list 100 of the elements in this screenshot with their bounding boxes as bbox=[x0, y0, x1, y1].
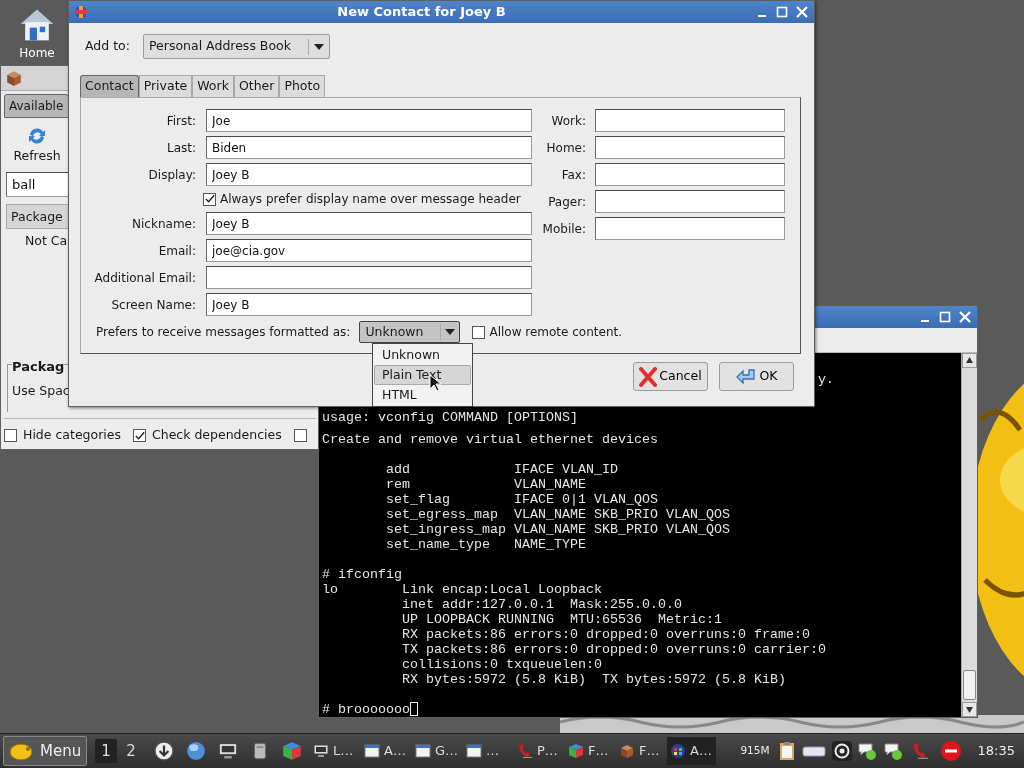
memory-usage: 915M bbox=[740, 743, 770, 759]
tab[interactable]: Photo bbox=[279, 75, 326, 97]
text-field[interactable]: Biden bbox=[206, 136, 532, 159]
enter-arrow-icon bbox=[735, 367, 758, 386]
keyboard-icon[interactable] bbox=[801, 744, 826, 758]
window-icon bbox=[364, 743, 380, 759]
terminal-line: Create and remove virtual ethernet devices bbox=[322, 432, 658, 447]
text-field[interactable] bbox=[595, 163, 785, 186]
checkbox[interactable] bbox=[472, 325, 486, 339]
scroll-down-button[interactable] bbox=[962, 702, 977, 717]
checkbox[interactable] bbox=[4, 429, 17, 443]
text-field[interactable] bbox=[206, 266, 532, 289]
checkbox[interactable] bbox=[293, 429, 307, 443]
menu-button[interactable]: Menu bbox=[3, 736, 87, 766]
text-field[interactable] bbox=[595, 109, 785, 132]
checkbox[interactable] bbox=[133, 429, 146, 443]
field-label: Home: bbox=[545, 139, 586, 157]
terminal-line: RX bytes:5972 (5.8 KiB) TX bytes:5972 (5.8 KiB) bbox=[400, 672, 786, 687]
text-field[interactable]: Joe bbox=[206, 109, 532, 132]
terminal-line: add IFACE VLAN_ID bbox=[385, 462, 618, 477]
field-label: Work: bbox=[550, 112, 586, 130]
terminal-line: set_flag IFACE 0|1 VLAN_QOS bbox=[385, 492, 658, 507]
monitor-icon[interactable] bbox=[218, 741, 238, 761]
field-label: Pager: bbox=[547, 193, 586, 211]
field-label: Display: bbox=[147, 166, 196, 184]
checkbox-label: Hide categories bbox=[23, 426, 121, 445]
ok-button[interactable]: OK bbox=[719, 362, 794, 391]
chat-icon[interactable] bbox=[857, 741, 878, 761]
workspace-button[interactable]: 2 bbox=[120, 739, 142, 763]
format-dropdown[interactable]: Unknown bbox=[359, 321, 461, 343]
monitor-icon bbox=[313, 743, 329, 759]
taskbar-button[interactable]: F… bbox=[565, 737, 614, 765]
taskbar-button[interactable]: G… bbox=[412, 737, 461, 765]
tab[interactable]: Contact bbox=[80, 75, 139, 97]
close-button[interactable] bbox=[794, 5, 810, 19]
terminal-line: # brooooooo bbox=[322, 702, 410, 717]
taskbar-button[interactable]: F… bbox=[616, 737, 665, 765]
field-label: Last: bbox=[165, 139, 196, 157]
dropdown-option[interactable]: Unknown bbox=[374, 345, 471, 365]
tab[interactable]: Other bbox=[233, 75, 280, 97]
box-icon bbox=[5, 69, 23, 87]
chat-icon[interactable] bbox=[883, 741, 904, 761]
text-field[interactable]: Joey B bbox=[206, 293, 532, 316]
terminal-line: UP LOOPBACK RUNNING MTU:65536 Metric:1 bbox=[400, 612, 722, 627]
taskbar-button[interactable]: A… bbox=[667, 737, 716, 765]
clipboard-icon[interactable] bbox=[777, 741, 796, 761]
taskbar-button[interactable]: L… bbox=[310, 737, 359, 765]
text-field[interactable]: Joey B bbox=[206, 212, 532, 235]
table-cell-text: Not Ca bbox=[25, 231, 68, 250]
app-icon bbox=[73, 4, 89, 20]
field-label: Additional Email: bbox=[93, 269, 196, 287]
dropdown-option[interactable]: Plain Text bbox=[374, 365, 471, 385]
text-field[interactable]: joe@cia.gov bbox=[206, 239, 532, 262]
close-button[interactable] bbox=[957, 310, 973, 324]
field-label: First: bbox=[165, 112, 196, 130]
cancel-icon bbox=[639, 366, 658, 387]
text-field[interactable] bbox=[595, 217, 785, 240]
text-field[interactable] bbox=[595, 190, 785, 213]
desktop-icon-label[interactable]: Home bbox=[19, 44, 55, 62]
tab[interactable]: Available bbox=[4, 94, 69, 118]
maximize-button[interactable] bbox=[937, 310, 953, 324]
checkbox-label: Check dependencies bbox=[152, 426, 282, 445]
workspace-button[interactable]: 1 bbox=[95, 739, 117, 763]
dropdown-option[interactable]: HTML bbox=[374, 385, 471, 405]
maximize-button[interactable] bbox=[774, 5, 790, 19]
taskbar-button[interactable]: … bbox=[463, 737, 512, 765]
scroll-up-button[interactable] bbox=[962, 353, 977, 368]
window-icon bbox=[415, 743, 431, 759]
taskbar-button[interactable]: A… bbox=[361, 737, 410, 765]
search-field[interactable]: ball bbox=[6, 171, 69, 197]
text-field[interactable]: Joey B bbox=[206, 163, 532, 186]
cube-icon[interactable] bbox=[282, 741, 302, 761]
stop-icon[interactable] bbox=[939, 740, 962, 762]
scroll-thumb[interactable] bbox=[963, 670, 976, 700]
cube-icon bbox=[568, 743, 584, 759]
terminal-line: y. bbox=[817, 372, 834, 387]
field-label: Add to: bbox=[85, 37, 131, 56]
terminal-line: inet addr:127.0.0.1 Mask:255.0.0.0 bbox=[400, 597, 682, 612]
cancel-button[interactable]: Cancel bbox=[633, 362, 708, 391]
terminal-line: set_egress_map VLAN_NAME SKB_PRIO VLAN_QOS bbox=[385, 507, 730, 522]
terminal-line: usage: vconfig COMMAND [OPTIONS] bbox=[322, 410, 578, 425]
tab[interactable]: Private bbox=[138, 75, 193, 97]
field-label: Prefers to receive messages formatted as: bbox=[96, 324, 351, 341]
download-icon[interactable] bbox=[154, 741, 174, 761]
creature-icon bbox=[8, 741, 34, 761]
clock[interactable]: 18:35 bbox=[977, 741, 1015, 761]
scrollbar[interactable] bbox=[961, 353, 977, 717]
field-label: Nickname: bbox=[131, 215, 196, 233]
checkbox-label: Always prefer display name over message header bbox=[220, 191, 521, 208]
tab[interactable]: Work bbox=[192, 75, 234, 97]
address-book-dropdown[interactable]: Personal Address Book bbox=[143, 34, 330, 59]
globe-icon[interactable] bbox=[186, 741, 206, 761]
field-label: Screen Name: bbox=[110, 296, 196, 314]
section-text: Use Spac bbox=[12, 381, 71, 400]
taskbar-button[interactable]: P… bbox=[514, 737, 563, 765]
text-field[interactable] bbox=[595, 136, 785, 159]
target-icon[interactable] bbox=[831, 741, 852, 761]
refresh-button[interactable]: Refresh bbox=[7, 123, 67, 168]
checkbox[interactable] bbox=[203, 192, 216, 206]
column-header[interactable]: Package bbox=[6, 203, 69, 229]
